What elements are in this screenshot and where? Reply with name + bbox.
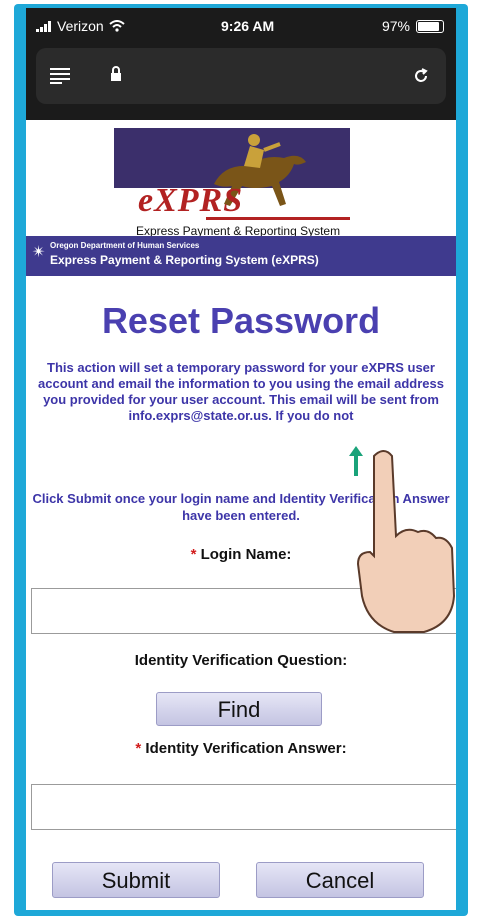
battery-indicator: 97% <box>382 18 444 34</box>
battery-percent: 97% <box>381 18 410 34</box>
reload-icon[interactable] <box>412 67 430 85</box>
phone-screen: Verizon 9:26 AM 97% eXPRS Express Paymen… <box>26 8 456 910</box>
identity-question-label: Identity Verification Question: <box>134 652 348 669</box>
find-button[interactable]: Find <box>156 692 322 726</box>
person-icon: ✴ <box>32 244 46 261</box>
department-name: Oregon Department of Human Services <box>50 241 200 250</box>
cancel-button[interactable]: Cancel <box>256 862 424 898</box>
carrier-indicator: Verizon <box>36 18 125 34</box>
exprs-logo-text: eXPRS <box>138 182 244 219</box>
browser-chrome: Verizon 9:26 AM 97% <box>26 8 456 120</box>
identity-answer-label: * Identity Verification Answer: <box>135 740 347 757</box>
intro-text: This action will set a temporary passwor… <box>38 360 444 423</box>
signal-icon <box>36 20 51 32</box>
system-banner: ✴ Oregon Department of Human Services Ex… <box>26 236 456 276</box>
pointing-hand-icon <box>356 450 456 633</box>
lock-icon <box>111 66 121 81</box>
wifi-icon <box>109 20 125 32</box>
page-content: eXPRS Express Payment & Reporting System… <box>26 120 456 898</box>
page-title: Reset Password <box>101 300 381 341</box>
identity-answer-input[interactable] <box>31 784 456 830</box>
address-bar[interactable] <box>36 48 446 104</box>
battery-icon <box>416 19 444 33</box>
clock: 9:26 AM <box>221 18 275 34</box>
hamburger-icon[interactable] <box>50 68 72 84</box>
system-name: Express Payment & Reporting System (eXPR… <box>50 253 319 267</box>
site-header: eXPRS Express Payment & Reporting System… <box>26 120 456 276</box>
status-bar: Verizon 9:26 AM 97% <box>26 8 456 44</box>
carrier-name: Verizon <box>57 18 104 34</box>
submit-button[interactable]: Submit <box>52 862 220 898</box>
battery-fill <box>418 21 440 31</box>
